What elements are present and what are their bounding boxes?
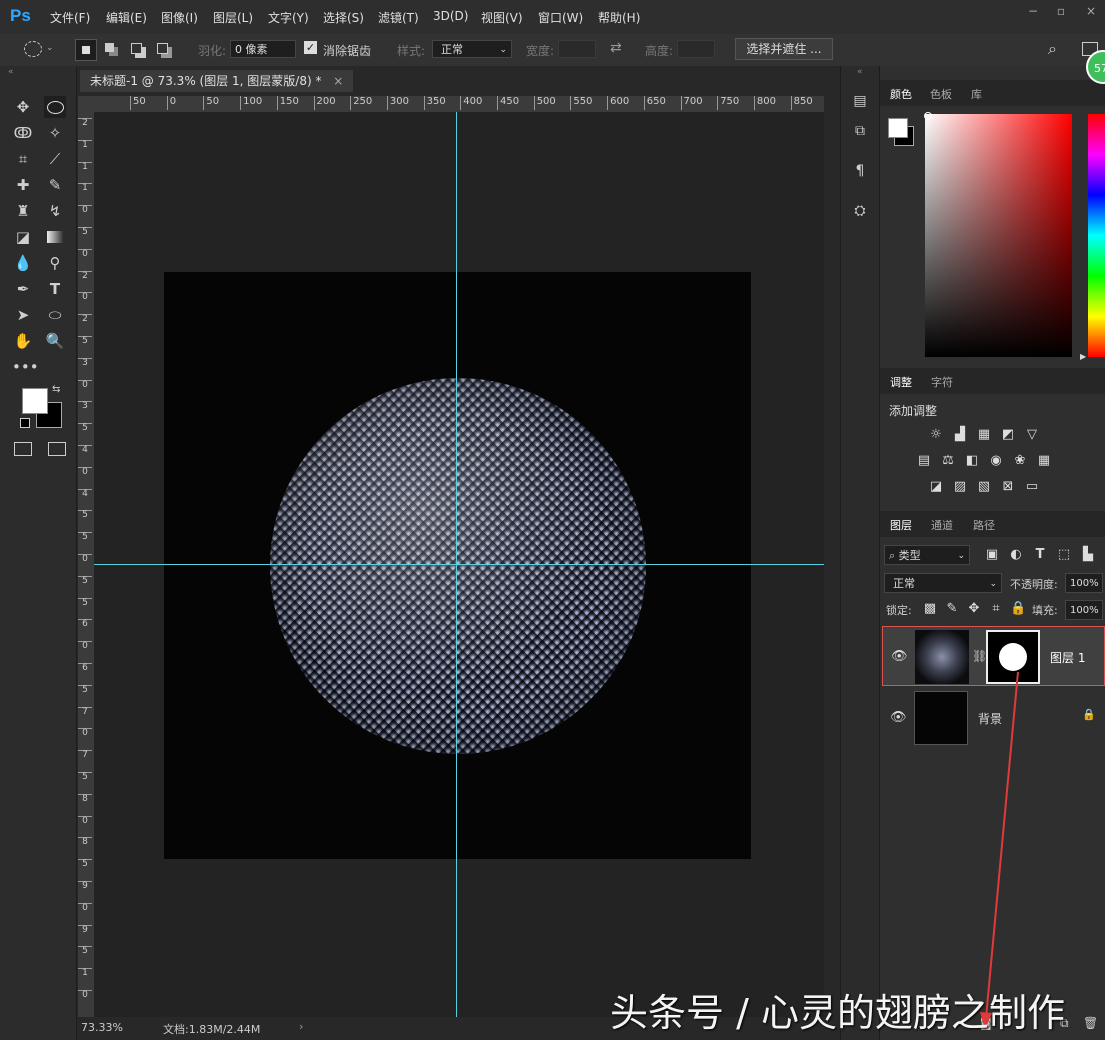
watermark-text: 头条号 / 心灵的翅膀之制作 [610, 991, 1065, 1035]
annotation-arrow [980, 671, 1019, 1030]
foreground-color-swatch[interactable] [22, 388, 48, 414]
